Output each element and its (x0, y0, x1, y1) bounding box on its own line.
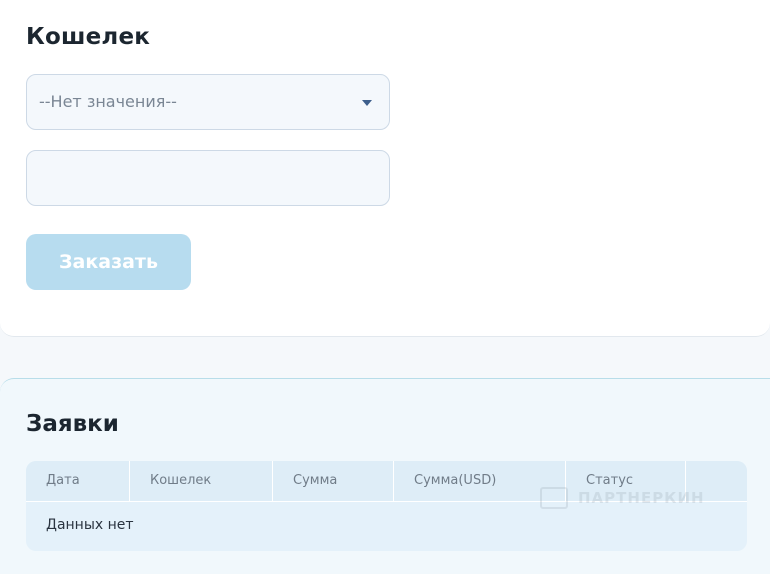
wallet-select-value: --Нет значения-- (39, 92, 177, 111)
column-header-wallet[interactable]: Кошелек (130, 461, 273, 501)
wallet-address-input[interactable] (26, 150, 390, 206)
column-header-date[interactable]: Дата (26, 461, 130, 501)
wallet-panel: Кошелек --Нет значения-- Заказать (0, 0, 770, 337)
column-header-amount[interactable]: Сумма (273, 461, 394, 501)
wallet-title: Кошелек (26, 24, 151, 50)
watermark-text: ПАРТНЕРКИН (578, 489, 705, 507)
chevron-down-icon[interactable] (362, 100, 372, 106)
orders-panel: Заявки Дата Кошелек Сумма Сумма(USD) Ста… (0, 378, 770, 574)
empty-table-message: Данных нет (46, 517, 134, 533)
chat-icon (540, 487, 568, 509)
wallet-select[interactable]: --Нет значения-- (26, 74, 390, 130)
orders-title: Заявки (26, 411, 119, 437)
order-button[interactable]: Заказать (26, 234, 191, 290)
